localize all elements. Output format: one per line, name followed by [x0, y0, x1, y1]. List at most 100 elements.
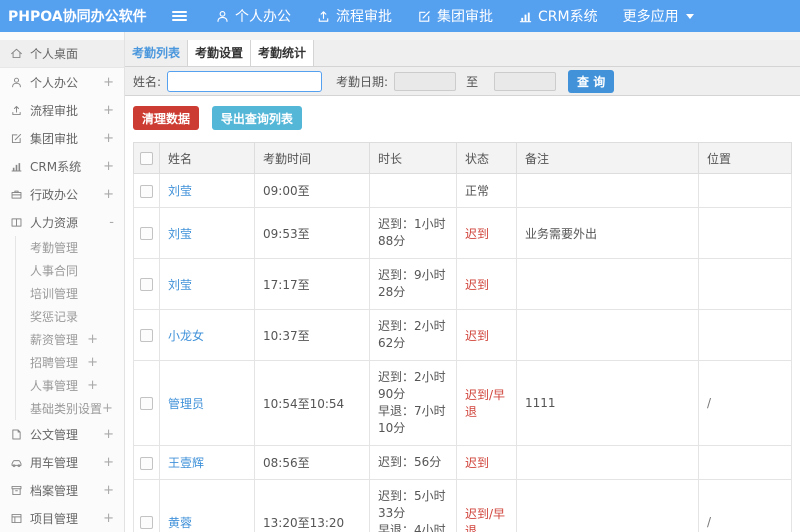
- row-checkbox[interactable]: [140, 184, 153, 198]
- content-panel: 清理数据 导出查询列表 姓名 考勤时间 时长 状态 备注 位置 刘莹 09:00…: [125, 96, 800, 532]
- sidebar-item-label: 档案管理: [30, 483, 79, 498]
- row-checkbox[interactable]: [140, 278, 153, 291]
- sidebar-item[interactable]: 个人桌面: [0, 40, 124, 68]
- expander-icon[interactable]: +: [87, 332, 98, 347]
- filter-bar: 姓名: 考勤日期: 至 查 询: [125, 67, 800, 96]
- sidebar-item[interactable]: 流程审批 +: [0, 96, 124, 124]
- employee-link[interactable]: 黄蓉: [168, 516, 192, 530]
- sidebar-item[interactable]: CRM系统 +: [0, 152, 124, 180]
- sidebar-item-label: 人力资源: [30, 215, 79, 230]
- cell-note: [516, 173, 699, 208]
- name-input[interactable]: [167, 70, 323, 92]
- sidebar-item-icon: [11, 459, 22, 467]
- sidebar-menu: 个人桌面 个人办公 + 流程审批 + 集团审批 + CRM系统 + 行政办公 +…: [0, 40, 124, 532]
- tab[interactable]: 考勤统计: [251, 40, 314, 66]
- sidebar-item[interactable]: 考勤管理: [0, 236, 124, 259]
- row-checkbox[interactable]: [140, 227, 153, 240]
- sidebar-item-label: 招聘管理: [30, 356, 79, 370]
- sidebar-item[interactable]: 培训管理: [0, 282, 124, 305]
- status-badge: 迟到: [465, 277, 490, 292]
- expander-icon[interactable]: +: [103, 159, 114, 174]
- sidebar-item-label: 人事合同: [30, 264, 79, 278]
- nav-label: 个人办公: [235, 9, 291, 25]
- sidebar-item[interactable]: 用车管理 +: [0, 448, 124, 476]
- employee-link[interactable]: 刘莹: [168, 278, 192, 292]
- sidebar-item-label: 行政办公: [30, 187, 79, 202]
- employee-link[interactable]: 王壹辉: [168, 456, 204, 470]
- sidebar-item[interactable]: 人事合同: [0, 259, 124, 282]
- sidebar-item-label: 流程审批: [30, 103, 79, 118]
- top-nav-item[interactable]: 个人办公: [215, 6, 291, 26]
- sidebar-item[interactable]: 奖惩记录: [0, 305, 124, 328]
- sidebar-item[interactable]: 薪资管理 +: [0, 328, 124, 351]
- nav-icon: [217, 10, 228, 22]
- sidebar-item-icon: [11, 217, 22, 227]
- expander-icon[interactable]: +: [103, 427, 114, 442]
- date-to-input[interactable]: [494, 71, 557, 91]
- date-from-input[interactable]: [394, 71, 457, 91]
- expander-icon[interactable]: +: [103, 455, 114, 470]
- status-badge: 迟到/早退: [465, 388, 506, 419]
- expander-icon[interactable]: +: [103, 103, 114, 118]
- nav-label: 流程审批: [336, 9, 392, 25]
- employee-link[interactable]: 刘莹: [168, 227, 192, 241]
- hamburger-menu-icon[interactable]: [168, 5, 191, 27]
- status-badge: 迟到/早退: [465, 507, 506, 532]
- sidebar-item[interactable]: 行政办公 +: [0, 180, 124, 208]
- expander-icon[interactable]: +: [103, 187, 114, 202]
- row-checkbox[interactable]: [140, 329, 153, 342]
- select-all-checkbox[interactable]: [140, 152, 153, 165]
- sidebar-item[interactable]: 项目管理 +: [0, 504, 124, 532]
- sidebar-item[interactable]: 人事管理 +: [0, 374, 124, 397]
- top-nav-item[interactable]: 集团审批: [417, 6, 493, 26]
- row-checkbox[interactable]: [140, 516, 153, 529]
- cell-time: 10:54至10:54: [254, 360, 370, 446]
- expander-icon[interactable]: +: [103, 131, 114, 146]
- employee-link[interactable]: 小龙女: [168, 329, 204, 343]
- cell-location: /: [698, 360, 792, 446]
- sidebar-item[interactable]: 人力资源 -: [0, 208, 124, 236]
- export-list-button[interactable]: 导出查询列表: [211, 106, 302, 130]
- sidebar-item-label: 项目管理: [30, 511, 79, 526]
- sidebar-item[interactable]: 集团审批 +: [0, 124, 124, 152]
- nav-label: CRM系统: [538, 9, 598, 25]
- expander-icon[interactable]: +: [87, 355, 98, 370]
- sidebar-item-icon: [11, 485, 22, 495]
- sidebar-item-label: 培训管理: [30, 287, 79, 301]
- expander-icon[interactable]: +: [102, 401, 113, 416]
- row-checkbox[interactable]: [140, 456, 153, 470]
- sidebar-item[interactable]: 招聘管理 +: [0, 351, 124, 374]
- table-header: 姓名 考勤时间 时长 状态 备注 位置: [133, 142, 792, 174]
- employee-link[interactable]: 刘莹: [168, 184, 192, 198]
- cell-time: 13:20至13:20: [254, 479, 370, 532]
- employee-link[interactable]: 管理员: [168, 397, 204, 411]
- sidebar-item[interactable]: 公文管理 +: [0, 420, 124, 448]
- sidebar-item[interactable]: 基础类别设置 +: [0, 397, 124, 420]
- cell-time: 09:00至: [254, 173, 370, 208]
- cell-location: [698, 207, 792, 259]
- expander-icon[interactable]: -: [109, 215, 114, 230]
- sidebar-item[interactable]: 档案管理 +: [0, 476, 124, 504]
- app-logo[interactable]: PHPOA协同办公软件: [0, 6, 147, 26]
- top-nav-item[interactable]: CRM系统: [518, 6, 598, 26]
- tab[interactable]: 考勤设置: [188, 40, 251, 66]
- nav-label: 集团审批: [437, 9, 493, 25]
- top-nav-item[interactable]: 流程审批: [316, 6, 392, 26]
- topbar: PHPOA协同办公软件 个人办公 流程审批 集团审批 CRM系统 更多应用: [0, 0, 800, 32]
- nav-icon: [519, 11, 532, 23]
- sidebar-item-label: 集团审批: [30, 131, 79, 146]
- clean-data-button[interactable]: 清理数据: [133, 106, 200, 130]
- row-checkbox[interactable]: [140, 397, 153, 410]
- sidebar-item-label: 考勤管理: [30, 241, 79, 255]
- tab[interactable]: 考勤列表: [125, 40, 188, 66]
- query-button[interactable]: 查 询: [568, 69, 615, 93]
- cell-note: [516, 258, 699, 310]
- expander-icon[interactable]: +: [103, 483, 114, 498]
- sidebar-item[interactable]: 个人办公 +: [0, 68, 124, 96]
- top-nav-item[interactable]: 更多应用: [623, 6, 694, 26]
- cell-note: 1111: [516, 360, 699, 446]
- expander-icon[interactable]: +: [103, 75, 114, 90]
- sidebar-item-icon: [12, 105, 21, 115]
- expander-icon[interactable]: +: [103, 511, 114, 526]
- expander-icon[interactable]: +: [87, 378, 98, 393]
